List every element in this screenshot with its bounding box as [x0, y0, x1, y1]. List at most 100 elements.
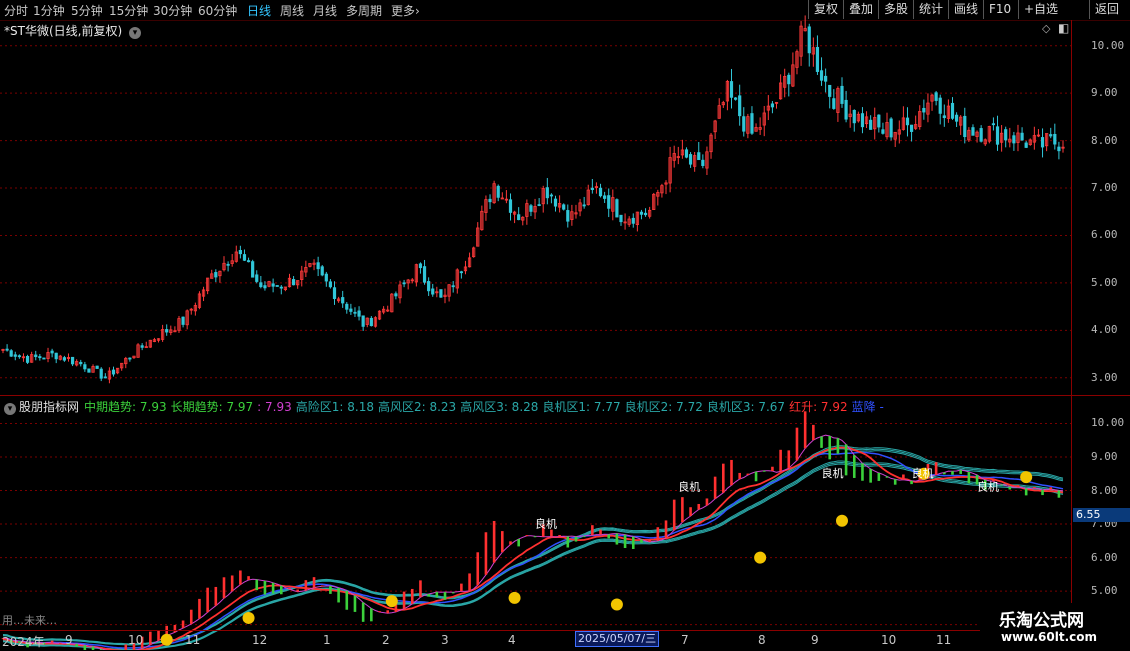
indicator-bar	[656, 527, 660, 541]
candle-body	[529, 205, 533, 212]
candle-body	[5, 348, 9, 351]
candle-body	[357, 310, 361, 317]
indicator-bar	[599, 529, 602, 535]
y-tick-label: 8.00	[1091, 133, 1118, 147]
date-tick-label: 11	[185, 633, 201, 647]
chevron-down-icon[interactable]: ▾	[128, 27, 141, 39]
indicator-bar	[378, 611, 381, 613]
indicator-bar	[214, 586, 218, 606]
candle-body	[942, 115, 946, 119]
candle-body	[869, 119, 873, 130]
indicator-bar	[181, 620, 185, 629]
opportunity-label: 良机	[678, 480, 700, 494]
candle-body	[840, 85, 844, 104]
indicator-bar	[198, 598, 201, 619]
candle-body	[684, 149, 689, 158]
candle-body	[128, 357, 132, 360]
candle-body	[733, 97, 738, 100]
date-tick-label: 9	[65, 633, 73, 647]
indicator-bar	[337, 587, 340, 603]
candle-body	[95, 365, 99, 369]
indicator-bar	[607, 534, 611, 539]
candle-body	[38, 356, 42, 359]
candle-body	[316, 262, 320, 270]
indicator-bar	[836, 438, 840, 454]
opportunity-label: 良机	[977, 480, 999, 494]
candle-body	[938, 97, 942, 114]
indicator-bar	[402, 591, 406, 609]
selected-date[interactable]: 2025/05/07/三	[575, 631, 659, 647]
y-tick-label: 6.00	[1091, 228, 1118, 242]
candle-body	[328, 281, 333, 288]
diamond-icon[interactable]: ◇	[1042, 22, 1050, 35]
indicator-bar	[1033, 486, 1036, 489]
date-tick-label: 7	[681, 633, 689, 647]
indicator-bar	[803, 411, 807, 449]
candle-body	[615, 199, 619, 218]
indicator-bar	[476, 552, 480, 586]
smiley-icon	[835, 514, 848, 527]
indicator-bar	[206, 587, 209, 613]
chevron-down-icon[interactable]: ▾	[4, 403, 16, 415]
indicator-bar	[443, 592, 447, 600]
indicator-bar	[893, 479, 897, 485]
indicator-bar	[222, 577, 226, 599]
indicator-bar	[861, 463, 864, 481]
candle-body	[824, 75, 828, 82]
candle-body	[860, 113, 865, 128]
indicator-bar	[722, 463, 725, 493]
indicator-bar	[558, 534, 561, 537]
candle-body	[1004, 129, 1008, 141]
indicator-bar	[689, 507, 692, 516]
y-tick-label: 7.00	[1091, 181, 1118, 195]
current-price-marker: 6.55	[1073, 508, 1130, 522]
candle-body	[226, 263, 230, 266]
candle-body	[214, 272, 218, 278]
candle-body	[697, 152, 701, 161]
candle-body	[394, 293, 398, 297]
candle-body	[815, 46, 820, 72]
y-tick-label: 4.00	[1091, 323, 1118, 337]
indicator-bar	[533, 536, 537, 538]
indicator-bar	[550, 529, 553, 537]
indicator-bar	[509, 541, 512, 545]
candle-body	[451, 285, 455, 288]
candle-body	[402, 282, 406, 285]
candle-body	[877, 114, 881, 128]
watermark-title: 乐淘公式网	[999, 611, 1084, 631]
stock-title: *ST华微(日线,前复权)	[4, 24, 123, 38]
indicator-value: : 7.93	[257, 400, 292, 414]
opportunity-label: 良机	[535, 516, 557, 530]
candle-body	[341, 297, 345, 304]
indicator-bar	[631, 536, 635, 550]
indicator-bar	[263, 580, 267, 595]
indicator-bar	[1000, 484, 1003, 486]
candle-body	[431, 288, 435, 295]
date-tick-label: 2	[382, 633, 390, 647]
indicator-bar	[230, 575, 234, 592]
opportunity-label: 良机	[912, 466, 934, 480]
date-tick-label: 12	[252, 633, 268, 647]
indicator-bar	[852, 455, 856, 478]
date-tick-label: 2024年	[2, 635, 45, 649]
candle-body	[496, 185, 500, 198]
candle-body	[954, 114, 959, 122]
smiley-icon	[508, 591, 521, 604]
indicator-bar	[591, 525, 594, 536]
indicator-bar	[582, 536, 586, 538]
candle-body	[729, 81, 734, 98]
indicator-bar	[271, 582, 275, 594]
y-tick-label: 6.00	[1091, 550, 1118, 564]
panel-toggle-icon[interactable]: ◧	[1058, 21, 1069, 35]
candle-body	[619, 214, 623, 223]
opportunity-label: 良机	[822, 466, 844, 480]
candle-body	[255, 274, 259, 282]
candle-body	[549, 194, 554, 197]
candle-body	[934, 92, 938, 101]
kline-chart[interactable]: 良机良机良机 良机良机	[0, 0, 1130, 650]
indicator-bar	[787, 450, 791, 469]
footer-hint: 用…未来…	[2, 614, 57, 627]
candle-body	[1057, 146, 1061, 152]
indicator-bar	[1057, 490, 1061, 498]
date-tick-label: 1	[323, 633, 331, 647]
